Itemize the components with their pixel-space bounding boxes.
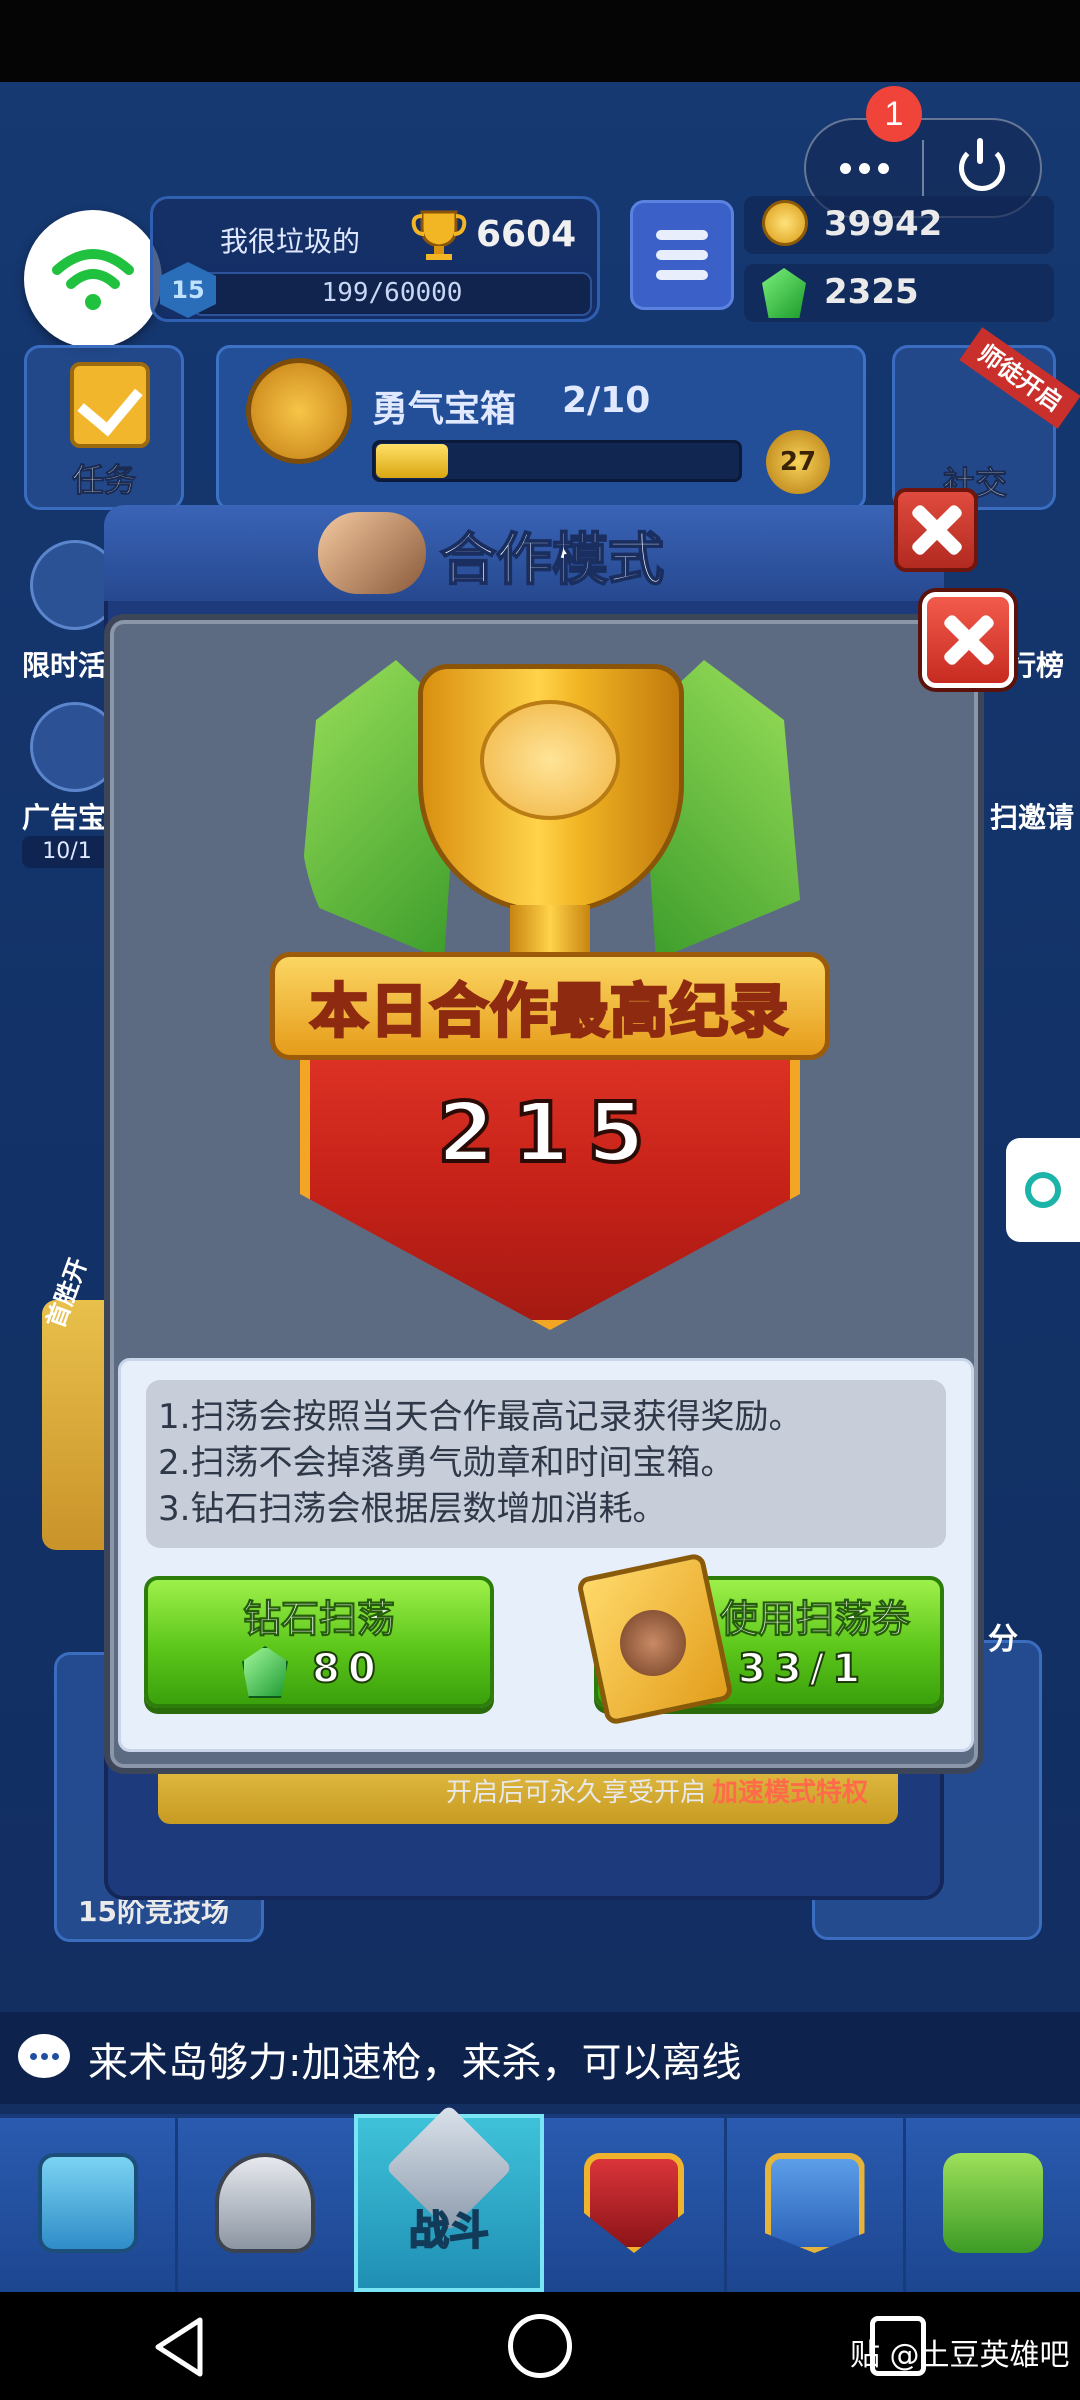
record-value: 215 (435, 1084, 663, 1183)
diamond-sweep-cost: 80 (311, 1645, 384, 1693)
rule-line: 2.扫荡不会掉落勇气勋章和时间宝箱。 (158, 1443, 735, 1483)
nav-heroes[interactable] (178, 2114, 352, 2292)
watermark-text: 贴 @土豆英雄吧 (850, 2338, 1070, 2373)
sprout-island-icon (943, 2153, 1043, 2253)
courage-progress-fill (376, 444, 448, 478)
player-name: 我很垃圾的 (220, 225, 361, 258)
crown-shield-icon (584, 2153, 684, 2253)
chest-icon (37, 2153, 138, 2253)
ticket-sweep-count: 33/1 (737, 1645, 869, 1693)
speed-mode-text: 开启后可永久享受开启 (446, 1778, 707, 1808)
diamond-sweep-label: 钻石扫荡 (242, 1597, 395, 1642)
coop-close-button[interactable] (894, 488, 978, 572)
support-icon (1025, 1172, 1061, 1208)
coop-mode-title: 合作模式 (439, 527, 665, 594)
task-label: 任务 (71, 461, 136, 500)
friends-banner-icon (764, 2153, 865, 2253)
trophy-count: 6604 (476, 214, 577, 255)
gold-coin-icon (762, 200, 808, 246)
nav-island[interactable] (906, 2114, 1080, 2292)
gem-count: 2325 (824, 272, 919, 312)
power-icon (959, 138, 1005, 191)
support-float-button[interactable] (1006, 1138, 1080, 1242)
knight-helmet-icon (215, 2153, 315, 2253)
courage-badge-count: 27 (766, 430, 830, 494)
handshake-icon (318, 512, 426, 594)
popup-close-button[interactable] (922, 592, 1014, 688)
nav-battle-label: 战斗 (408, 2207, 490, 2255)
xp-text: 199/60000 (321, 278, 463, 308)
speed-mode-privilege: 加速模式特权 (712, 1778, 869, 1808)
back-icon[interactable] (152, 2316, 208, 2378)
limited-event-label: 限时活 (22, 649, 107, 682)
trophy-icon (411, 210, 467, 260)
menu-button[interactable] (630, 200, 734, 310)
ad-chest-label: 广告宝 (22, 801, 107, 834)
chat-bubble-icon (18, 2034, 70, 2078)
leaderboard-label[interactable]: 行榜 (1008, 644, 1064, 684)
notification-badge: 1 (866, 86, 922, 142)
nav-social[interactable] (727, 2114, 902, 2292)
chat-message: 来术岛够力:加速枪，来杀，可以离线 (88, 2040, 742, 2086)
ticket-sweep-label: 使用扫荡券 (719, 1597, 911, 1642)
close-icon (941, 613, 995, 667)
wifi-float-button[interactable] (24, 210, 162, 348)
close-icon (909, 503, 963, 557)
gold-count: 39942 (824, 204, 943, 244)
invite-label[interactable]: 扫邀请 (990, 796, 1074, 836)
record-banner: 本日合作最高纪录 (270, 952, 830, 1060)
score-label: 分 (988, 1622, 1018, 1657)
more-dots-icon (836, 159, 893, 178)
ad-chest-count: 10/1 (22, 836, 112, 868)
nav-chest[interactable] (0, 2114, 175, 2292)
nav-clan[interactable] (546, 2114, 722, 2292)
handshake-emblem-icon (480, 700, 620, 820)
hand-icon (620, 1610, 686, 1676)
home-icon[interactable] (508, 2314, 572, 2378)
rules-box: 1.扫荡会按照当天合作最高记录获得奖励。 2.扫荡不会掉落勇气勋章和时间宝箱。 … (146, 1380, 946, 1548)
wifi-icon (52, 249, 134, 310)
fist-badge-icon (246, 358, 352, 464)
courage-chest-progress: 2/10 (562, 380, 651, 421)
rule-line: 3.钻石扫荡会根据层数增加消耗。 (158, 1489, 667, 1529)
record-banner-text: 本日合作最高纪录 (308, 976, 790, 1047)
status-bar-top (0, 0, 1080, 82)
courage-chest-title: 勇气宝箱 (372, 389, 517, 430)
rule-line: 1.扫荡会按照当天合作最高记录获得奖励。 (158, 1397, 803, 1437)
menu-icon (656, 230, 708, 240)
